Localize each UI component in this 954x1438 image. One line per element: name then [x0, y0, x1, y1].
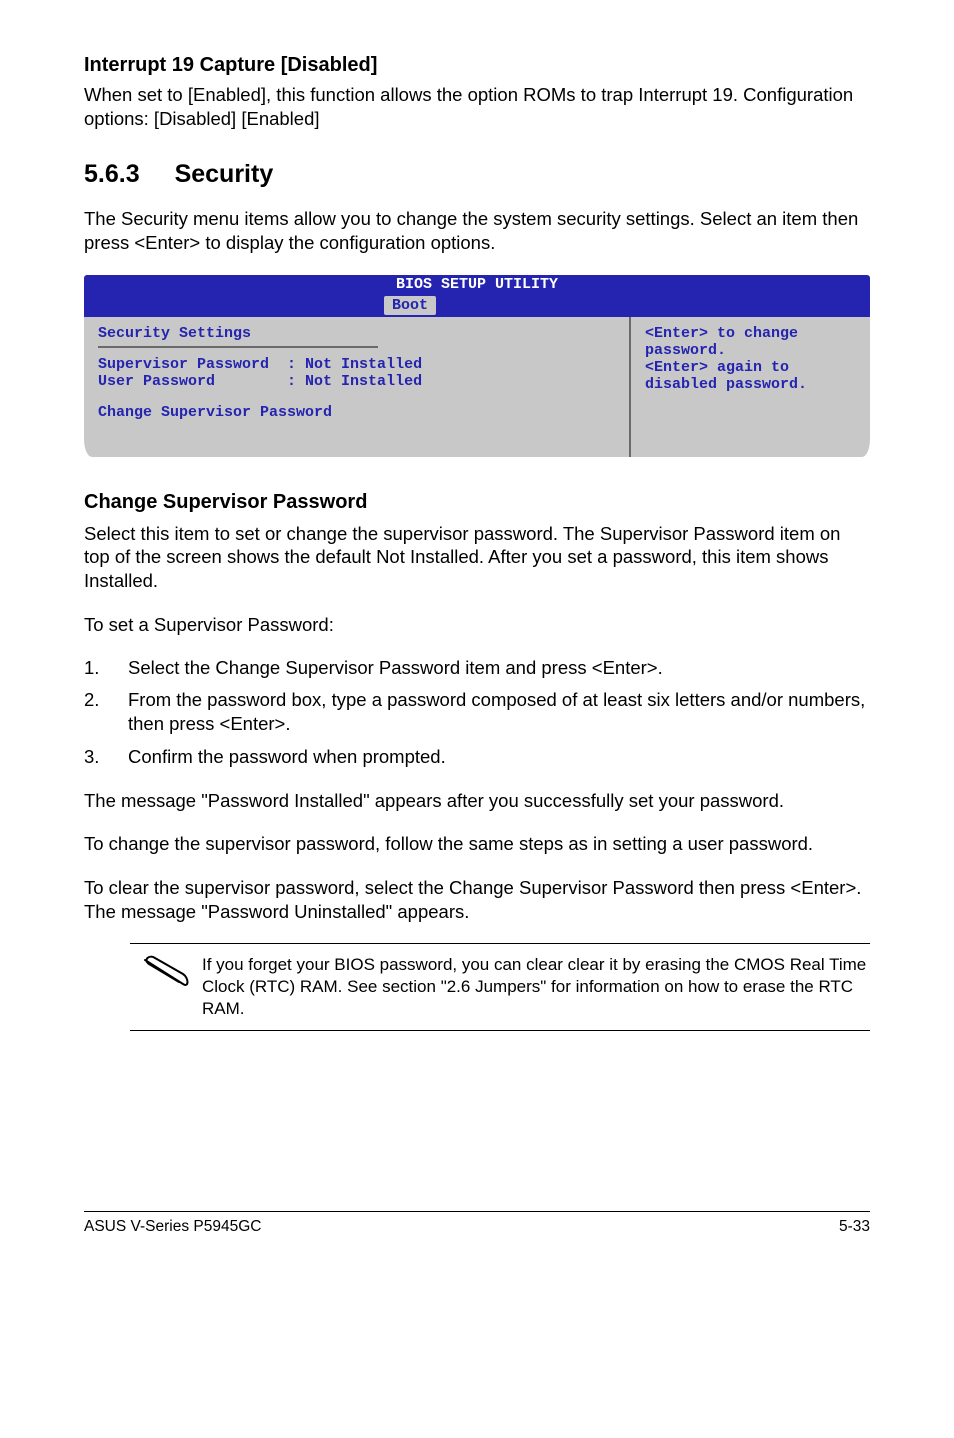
list-item: 3.Confirm the password when prompted.	[84, 745, 870, 769]
step-text: Select the Change Supervisor Password it…	[128, 656, 870, 680]
interrupt-title: Interrupt 19 Capture [Disabled]	[84, 54, 870, 77]
change-sup-p5: To clear the supervisor password, select…	[84, 876, 870, 923]
step-number: 1.	[84, 656, 128, 680]
page-footer: ASUS V-Series P5945GC 5-33	[84, 1211, 870, 1236]
bios-help-pane: <Enter> to change password. <Enter> agai…	[629, 317, 870, 457]
bios-tab-boot: Boot	[384, 296, 436, 315]
step-number: 2.	[84, 688, 128, 736]
change-sup-p1: Select this item to set or change the su…	[84, 522, 870, 593]
bios-left-title: Security Settings	[98, 325, 615, 342]
bios-row1-label: Supervisor Password	[98, 356, 269, 373]
bios-row-supervisor: Supervisor Password : Not Installed	[98, 356, 615, 373]
note-icon	[130, 954, 202, 994]
step-text: Confirm the password when prompted.	[128, 745, 870, 769]
footer-right: 5-33	[839, 1218, 870, 1236]
bios-divider	[98, 346, 378, 348]
list-item: 1.Select the Change Supervisor Password …	[84, 656, 870, 680]
list-item: 2.From the password box, type a password…	[84, 688, 870, 736]
bios-header: BIOS SETUP UTILITY	[84, 275, 870, 295]
change-sup-p2: To set a Supervisor Password:	[84, 613, 870, 637]
bios-screenshot: BIOS SETUP UTILITY Boot Security Setting…	[84, 275, 870, 457]
note-block: If you forget your BIOS password, you ca…	[130, 943, 870, 1030]
note-text: If you forget your BIOS password, you ca…	[202, 954, 870, 1019]
bios-change-supervisor: Change Supervisor Password	[98, 404, 615, 421]
step-text: From the password box, type a password c…	[128, 688, 870, 736]
section-heading: 5.6.3 Security	[84, 160, 870, 189]
bios-body: Security Settings Supervisor Password : …	[84, 317, 870, 457]
bios-menu-bar: Boot	[84, 295, 870, 317]
section-intro: The Security menu items allow you to cha…	[84, 207, 870, 254]
section-title-text: Security	[175, 160, 274, 188]
change-sup-p4: To change the supervisor password, follo…	[84, 832, 870, 856]
interrupt-desc: When set to [Enabled], this function all…	[84, 83, 870, 130]
footer-left: ASUS V-Series P5945GC	[84, 1218, 261, 1236]
change-sup-p3: The message "Password Installed" appears…	[84, 789, 870, 813]
section-number: 5.6.3	[84, 160, 140, 189]
bios-row2-value: : Not Installed	[287, 373, 422, 390]
bios-help-text: <Enter> to change password. <Enter> agai…	[645, 325, 856, 393]
step-number: 3.	[84, 745, 128, 769]
bios-left-pane: Security Settings Supervisor Password : …	[84, 317, 629, 457]
bios-row1-value: : Not Installed	[287, 356, 422, 373]
bios-row-user: User Password : Not Installed	[98, 373, 615, 390]
page: Interrupt 19 Capture [Disabled] When set…	[0, 0, 954, 1260]
steps-list: 1.Select the Change Supervisor Password …	[84, 656, 870, 768]
change-supervisor-title: Change Supervisor Password	[84, 491, 870, 514]
paperclip-icon	[139, 954, 193, 994]
bios-row2-label: User Password	[98, 373, 215, 390]
